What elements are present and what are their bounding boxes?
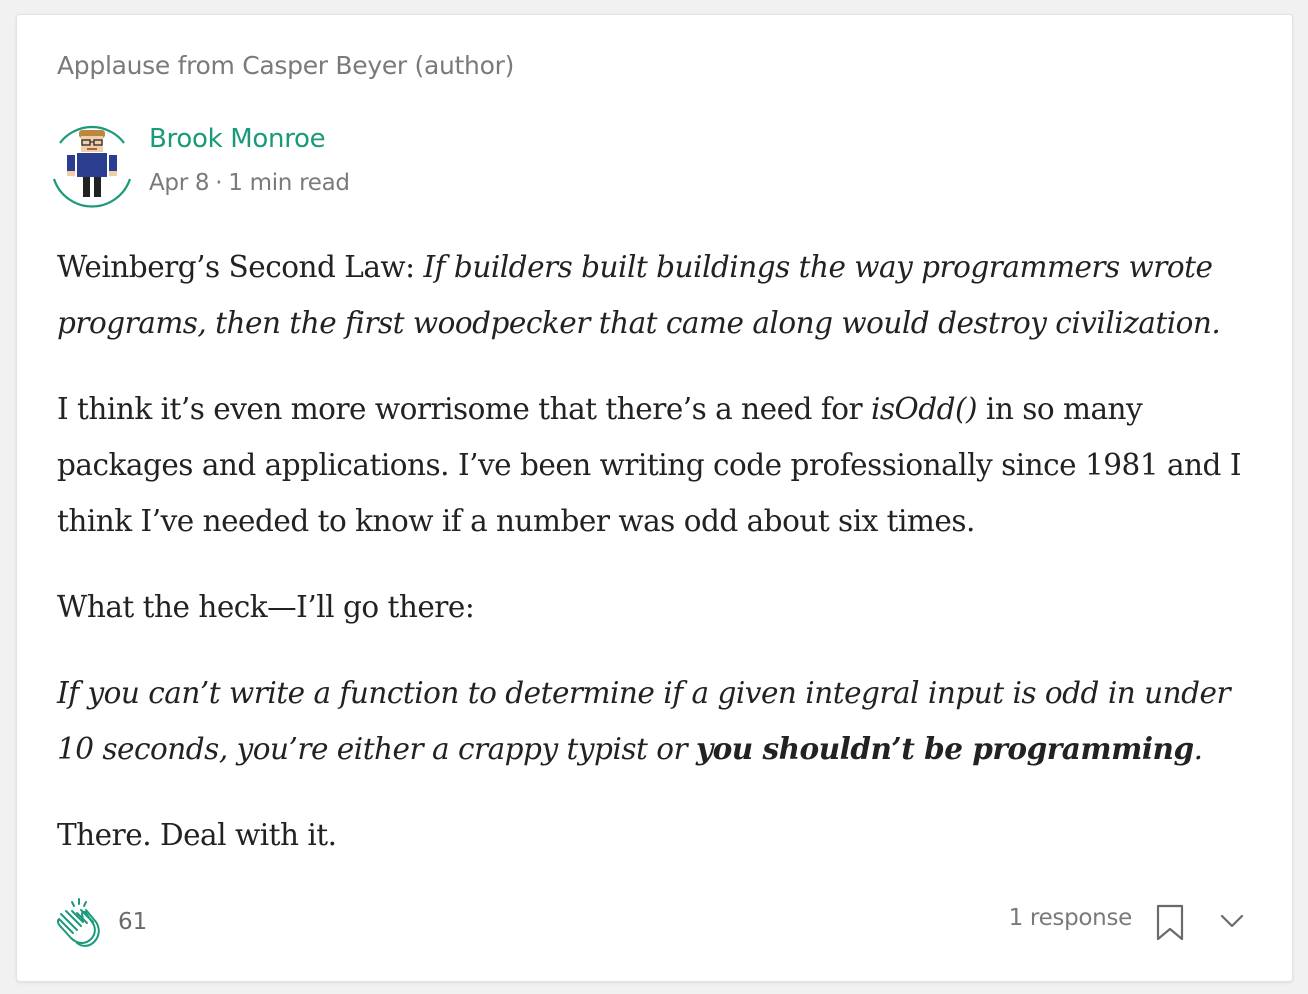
author-name[interactable]: Brook Monroe (149, 124, 326, 154)
post-date[interactable]: Apr 8 (149, 170, 210, 196)
paragraph-text: I think it’s even more worrisome that th… (57, 392, 871, 426)
applause-header: Applause from Casper Beyer (author) (57, 51, 515, 80)
clap-count: 61 (118, 909, 148, 935)
paragraph-italic: . (1193, 732, 1203, 766)
paragraph-4: If you can’t write a function to determi… (57, 665, 1257, 777)
post-footer: 61 1 response (17, 895, 1292, 955)
bookmark-icon (1156, 904, 1184, 941)
paragraph-3: What the heck—I’ll go there: (57, 590, 475, 624)
paragraph-text: Weinberg’s Second Law: (57, 250, 424, 284)
post-card: Applause from Casper Beyer (author) Broo… (16, 14, 1293, 982)
paragraph-5: There. Deal with it. (57, 818, 337, 852)
avatar[interactable] (50, 117, 134, 209)
paragraph-bold: you shouldn’t be programming (695, 731, 1194, 766)
clap-button[interactable] (55, 895, 107, 951)
post-body: Weinberg’s Second Law: If builders built… (57, 239, 1257, 893)
meta-separator: · (215, 170, 223, 196)
inline-code-italic: isOdd() (870, 392, 978, 426)
more-options-button[interactable] (1216, 905, 1248, 937)
read-time: 1 min read (228, 170, 350, 196)
post-meta: Apr 8 · 1 min read (149, 170, 350, 196)
bookmark-button[interactable] (1152, 901, 1188, 945)
avatar-icon (52, 125, 132, 208)
paragraph-2: I think it’s even more worrisome that th… (57, 381, 1257, 549)
chevron-down-icon (1220, 914, 1244, 928)
author-row: Brook Monroe Apr 8 · 1 min read (50, 117, 750, 217)
clap-icon (56, 898, 100, 947)
responses-link[interactable]: 1 response (1009, 905, 1133, 931)
paragraph-1: Weinberg’s Second Law: If builders built… (57, 239, 1257, 351)
